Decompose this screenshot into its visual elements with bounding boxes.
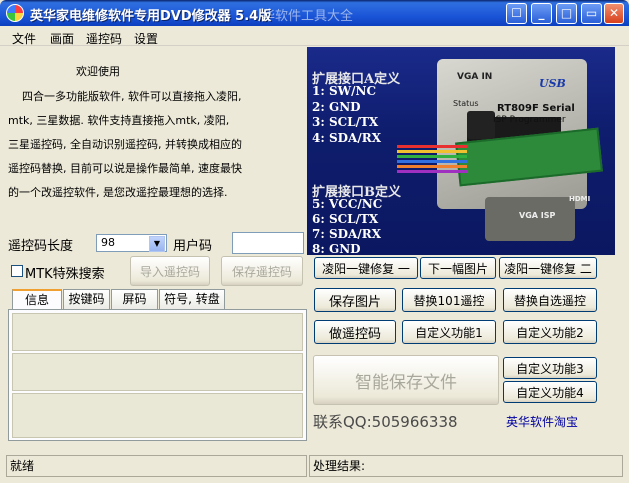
wire-yellow (397, 150, 467, 153)
extra-caption-icon[interactable]: ☐ (506, 3, 527, 24)
tab-symbol-dial[interactable]: 符号, 转盘 (159, 289, 225, 309)
taobao-shop-link[interactable]: 英华软件淘宝 (506, 413, 578, 430)
tab-info[interactable]: 信息 (12, 289, 62, 309)
device-vga: VGA ISP (519, 211, 556, 220)
smart-save-button[interactable]: 智能保存文件 (313, 355, 499, 405)
intro-line: 遥控码替换, 目前可以说是操作最简单, 速度最快 (8, 162, 242, 175)
wire-purple (397, 170, 467, 173)
sunplus-fix-two-button[interactable]: 凌阳一键修复 二 (499, 257, 597, 279)
device-vga-in: VGA IN (457, 72, 493, 82)
import-remote-button[interactable]: 导入遥控码 (130, 256, 210, 286)
zif-socket (467, 111, 495, 139)
info-box (12, 353, 303, 391)
port-b-pin: 6: SCL/TX (312, 212, 379, 226)
status-ready: 就绪 (6, 455, 307, 477)
custom-function-1-button[interactable]: 自定义功能1 (402, 320, 496, 344)
mtk-special-checkbox[interactable] (11, 265, 23, 277)
custom-function-4-button[interactable]: 自定义功能4 (503, 381, 597, 403)
intro-line: 三星遥控码, 全自动识别遥控码, 并转换成相应的 (8, 138, 242, 151)
wire-red (397, 145, 467, 148)
port-a-pin: 2: GND (312, 100, 361, 114)
intro-line: mtk, 三星数据. 软件支持直接拖入mtk, 凌阳, (8, 114, 230, 127)
save-remote-button[interactable]: 保存遥控码 (221, 256, 303, 286)
device-subtitle: ISP Programmer (493, 115, 566, 125)
maximize-button[interactable]: ▭ (581, 3, 602, 24)
app-icon (6, 4, 24, 22)
device-usb: USB (539, 77, 566, 90)
chevron-down-icon[interactable]: ▼ (149, 236, 165, 252)
device-name: RT809F Serial (497, 103, 575, 114)
port-a-pin: 1: SW/NC (312, 84, 377, 98)
device-hdmi: HDMI (569, 195, 591, 203)
wire-orange (397, 165, 467, 168)
mtk-special-label: MTK特殊搜索 (25, 267, 105, 282)
sunplus-fix-one-button[interactable]: 凌阳一键修复 一 (314, 257, 418, 279)
restore-button[interactable]: □ (556, 3, 577, 24)
tab-screen-code[interactable]: 屏码 (111, 289, 158, 309)
make-remote-button[interactable]: 做遥控码 (314, 320, 396, 344)
port-a-pin: 4: SDA/RX (312, 131, 382, 145)
menu-file[interactable]: 文件 (12, 30, 36, 47)
custom-function-3-button[interactable]: 自定义功能3 (503, 357, 597, 379)
info-box (12, 313, 303, 351)
next-image-button[interactable]: 下一幅图片 (420, 257, 496, 279)
wire-blue (397, 160, 467, 163)
user-code-field[interactable] (232, 232, 304, 254)
intro-heading: 欢迎使用 (76, 65, 120, 78)
window-title-ghost: 华软件工具大全 (262, 9, 354, 24)
user-code-label: 用户码 (173, 239, 213, 254)
port-a-pin: 3: SCL/TX (312, 115, 379, 129)
custom-function-2-button[interactable]: 自定义功能2 (503, 320, 597, 344)
close-button[interactable]: ✕ (604, 3, 624, 24)
save-image-button[interactable]: 保存图片 (314, 288, 396, 312)
remote-length-select[interactable]: 98 ▼ (96, 234, 167, 252)
window-title: 英华家电维修软件专用DVD修改器 5.4版 (30, 9, 272, 24)
port-b-pin: 5: VCC/NC (312, 197, 383, 211)
intro-line: 的一个改遥控软件, 是您改遥控最理想的选择. (8, 186, 228, 199)
contact-qq: 联系QQ:505966338 (313, 413, 458, 431)
device-photo: VGA IN Status USB RT809F Serial ISP Prog… (307, 47, 615, 255)
remote-length-value: 98 (101, 236, 115, 249)
replace-custom-button[interactable]: 替换自选遥控 (503, 288, 597, 312)
intro-line: 四合一多功能版软件, 软件可以直接拖入凌阳, (22, 90, 242, 103)
port-b-pin: 7: SDA/RX (312, 227, 382, 241)
minimize-button[interactable]: _ (531, 3, 552, 24)
device-status: Status (453, 99, 479, 108)
tab-key-code[interactable]: 按键码 (63, 289, 110, 309)
info-box (12, 393, 303, 438)
menu-screen[interactable]: 画面 (50, 30, 74, 47)
remote-length-label: 遥控码长度 (8, 239, 74, 254)
replace-101-button[interactable]: 替换101遥控 (402, 288, 496, 312)
menu-remote-code[interactable]: 遥控码 (86, 30, 122, 47)
menu-settings[interactable]: 设置 (134, 30, 158, 47)
port-b-pin: 8: GND (312, 242, 361, 255)
status-result: 处理结果: (309, 455, 623, 477)
wire-green (397, 155, 467, 158)
